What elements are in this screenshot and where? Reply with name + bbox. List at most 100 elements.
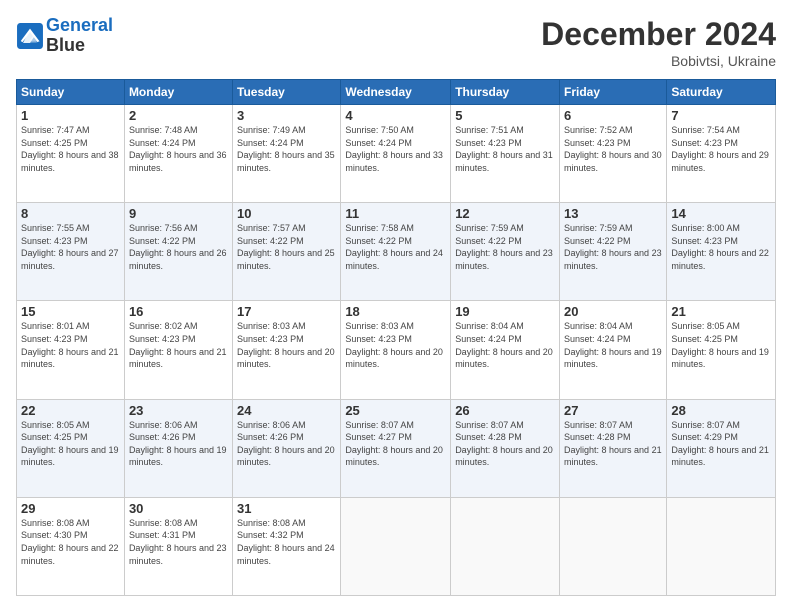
calendar-cell: 10 Sunrise: 7:57 AM Sunset: 4:22 PM Dayl… <box>233 203 341 301</box>
calendar-week-row: 22 Sunrise: 8:05 AM Sunset: 4:25 PM Dayl… <box>17 399 776 497</box>
day-info: Sunrise: 8:01 AM Sunset: 4:23 PM Dayligh… <box>21 320 120 370</box>
day-info: Sunrise: 7:57 AM Sunset: 4:22 PM Dayligh… <box>237 222 336 272</box>
day-number: 8 <box>21 206 120 221</box>
day-info: Sunrise: 8:05 AM Sunset: 4:25 PM Dayligh… <box>21 419 120 469</box>
day-info: Sunrise: 7:48 AM Sunset: 4:24 PM Dayligh… <box>129 124 228 174</box>
day-info: Sunrise: 7:58 AM Sunset: 4:22 PM Dayligh… <box>345 222 446 272</box>
day-info: Sunrise: 7:47 AM Sunset: 4:25 PM Dayligh… <box>21 124 120 174</box>
day-number: 10 <box>237 206 336 221</box>
calendar-header-row: SundayMondayTuesdayWednesdayThursdayFrid… <box>17 80 776 105</box>
day-number: 18 <box>345 304 446 319</box>
logo-icon <box>16 22 44 50</box>
day-info: Sunrise: 8:08 AM Sunset: 4:30 PM Dayligh… <box>21 517 120 567</box>
day-info: Sunrise: 8:06 AM Sunset: 4:26 PM Dayligh… <box>129 419 228 469</box>
calendar-cell: 20 Sunrise: 8:04 AM Sunset: 4:24 PM Dayl… <box>560 301 667 399</box>
calendar-cell: 28 Sunrise: 8:07 AM Sunset: 4:29 PM Dayl… <box>667 399 776 497</box>
day-info: Sunrise: 7:55 AM Sunset: 4:23 PM Dayligh… <box>21 222 120 272</box>
calendar-cell: 30 Sunrise: 8:08 AM Sunset: 4:31 PM Dayl… <box>124 497 232 595</box>
day-number: 2 <box>129 108 228 123</box>
calendar-cell: 31 Sunrise: 8:08 AM Sunset: 4:32 PM Dayl… <box>233 497 341 595</box>
day-header-monday: Monday <box>124 80 232 105</box>
day-number: 7 <box>671 108 771 123</box>
day-info: Sunrise: 7:51 AM Sunset: 4:23 PM Dayligh… <box>455 124 555 174</box>
day-number: 12 <box>455 206 555 221</box>
day-header-saturday: Saturday <box>667 80 776 105</box>
day-number: 9 <box>129 206 228 221</box>
day-info: Sunrise: 7:49 AM Sunset: 4:24 PM Dayligh… <box>237 124 336 174</box>
calendar-cell: 17 Sunrise: 8:03 AM Sunset: 4:23 PM Dayl… <box>233 301 341 399</box>
calendar-week-row: 15 Sunrise: 8:01 AM Sunset: 4:23 PM Dayl… <box>17 301 776 399</box>
day-info: Sunrise: 8:03 AM Sunset: 4:23 PM Dayligh… <box>237 320 336 370</box>
day-header-tuesday: Tuesday <box>233 80 341 105</box>
calendar-cell: 3 Sunrise: 7:49 AM Sunset: 4:24 PM Dayli… <box>233 105 341 203</box>
calendar-body: 1 Sunrise: 7:47 AM Sunset: 4:25 PM Dayli… <box>17 105 776 596</box>
day-info: Sunrise: 7:52 AM Sunset: 4:23 PM Dayligh… <box>564 124 662 174</box>
day-info: Sunrise: 8:04 AM Sunset: 4:24 PM Dayligh… <box>455 320 555 370</box>
calendar-cell: 22 Sunrise: 8:05 AM Sunset: 4:25 PM Dayl… <box>17 399 125 497</box>
calendar-cell: 15 Sunrise: 8:01 AM Sunset: 4:23 PM Dayl… <box>17 301 125 399</box>
calendar-cell <box>451 497 560 595</box>
title-area: December 2024 Bobivtsi, Ukraine <box>541 16 776 69</box>
day-header-thursday: Thursday <box>451 80 560 105</box>
calendar-cell <box>341 497 451 595</box>
calendar-cell: 27 Sunrise: 8:07 AM Sunset: 4:28 PM Dayl… <box>560 399 667 497</box>
day-number: 27 <box>564 403 662 418</box>
day-header-friday: Friday <box>560 80 667 105</box>
day-number: 13 <box>564 206 662 221</box>
calendar-cell: 26 Sunrise: 8:07 AM Sunset: 4:28 PM Dayl… <box>451 399 560 497</box>
day-number: 17 <box>237 304 336 319</box>
day-number: 21 <box>671 304 771 319</box>
calendar-cell: 7 Sunrise: 7:54 AM Sunset: 4:23 PM Dayli… <box>667 105 776 203</box>
calendar-table: SundayMondayTuesdayWednesdayThursdayFrid… <box>16 79 776 596</box>
day-number: 14 <box>671 206 771 221</box>
day-info: Sunrise: 8:07 AM Sunset: 4:29 PM Dayligh… <box>671 419 771 469</box>
calendar-cell <box>560 497 667 595</box>
calendar-cell: 8 Sunrise: 7:55 AM Sunset: 4:23 PM Dayli… <box>17 203 125 301</box>
day-info: Sunrise: 7:59 AM Sunset: 4:22 PM Dayligh… <box>455 222 555 272</box>
day-header-sunday: Sunday <box>17 80 125 105</box>
day-number: 29 <box>21 501 120 516</box>
calendar-cell: 14 Sunrise: 8:00 AM Sunset: 4:23 PM Dayl… <box>667 203 776 301</box>
day-number: 23 <box>129 403 228 418</box>
calendar-cell: 18 Sunrise: 8:03 AM Sunset: 4:23 PM Dayl… <box>341 301 451 399</box>
calendar-week-row: 29 Sunrise: 8:08 AM Sunset: 4:30 PM Dayl… <box>17 497 776 595</box>
day-info: Sunrise: 8:00 AM Sunset: 4:23 PM Dayligh… <box>671 222 771 272</box>
day-info: Sunrise: 8:07 AM Sunset: 4:27 PM Dayligh… <box>345 419 446 469</box>
day-info: Sunrise: 8:06 AM Sunset: 4:26 PM Dayligh… <box>237 419 336 469</box>
calendar-cell: 21 Sunrise: 8:05 AM Sunset: 4:25 PM Dayl… <box>667 301 776 399</box>
day-info: Sunrise: 8:05 AM Sunset: 4:25 PM Dayligh… <box>671 320 771 370</box>
day-number: 24 <box>237 403 336 418</box>
calendar-cell: 13 Sunrise: 7:59 AM Sunset: 4:22 PM Dayl… <box>560 203 667 301</box>
day-number: 26 <box>455 403 555 418</box>
logo: General Blue <box>16 16 113 56</box>
day-info: Sunrise: 7:50 AM Sunset: 4:24 PM Dayligh… <box>345 124 446 174</box>
calendar-cell: 23 Sunrise: 8:06 AM Sunset: 4:26 PM Dayl… <box>124 399 232 497</box>
calendar-cell: 16 Sunrise: 8:02 AM Sunset: 4:23 PM Dayl… <box>124 301 232 399</box>
day-info: Sunrise: 7:54 AM Sunset: 4:23 PM Dayligh… <box>671 124 771 174</box>
calendar-cell: 5 Sunrise: 7:51 AM Sunset: 4:23 PM Dayli… <box>451 105 560 203</box>
calendar-cell: 9 Sunrise: 7:56 AM Sunset: 4:22 PM Dayli… <box>124 203 232 301</box>
day-header-wednesday: Wednesday <box>341 80 451 105</box>
day-number: 6 <box>564 108 662 123</box>
calendar-week-row: 1 Sunrise: 7:47 AM Sunset: 4:25 PM Dayli… <box>17 105 776 203</box>
day-info: Sunrise: 8:07 AM Sunset: 4:28 PM Dayligh… <box>455 419 555 469</box>
day-info: Sunrise: 8:07 AM Sunset: 4:28 PM Dayligh… <box>564 419 662 469</box>
day-number: 30 <box>129 501 228 516</box>
calendar-cell <box>667 497 776 595</box>
calendar-week-row: 8 Sunrise: 7:55 AM Sunset: 4:23 PM Dayli… <box>17 203 776 301</box>
day-info: Sunrise: 8:04 AM Sunset: 4:24 PM Dayligh… <box>564 320 662 370</box>
calendar-cell: 6 Sunrise: 7:52 AM Sunset: 4:23 PM Dayli… <box>560 105 667 203</box>
day-number: 16 <box>129 304 228 319</box>
day-number: 11 <box>345 206 446 221</box>
day-info: Sunrise: 7:59 AM Sunset: 4:22 PM Dayligh… <box>564 222 662 272</box>
calendar-cell: 12 Sunrise: 7:59 AM Sunset: 4:22 PM Dayl… <box>451 203 560 301</box>
day-number: 1 <box>21 108 120 123</box>
day-info: Sunrise: 8:08 AM Sunset: 4:31 PM Dayligh… <box>129 517 228 567</box>
day-info: Sunrise: 8:02 AM Sunset: 4:23 PM Dayligh… <box>129 320 228 370</box>
day-number: 3 <box>237 108 336 123</box>
calendar-cell: 4 Sunrise: 7:50 AM Sunset: 4:24 PM Dayli… <box>341 105 451 203</box>
calendar-cell: 11 Sunrise: 7:58 AM Sunset: 4:22 PM Dayl… <box>341 203 451 301</box>
logo-name2: Blue <box>46 36 113 56</box>
day-number: 19 <box>455 304 555 319</box>
calendar-cell: 29 Sunrise: 8:08 AM Sunset: 4:30 PM Dayl… <box>17 497 125 595</box>
